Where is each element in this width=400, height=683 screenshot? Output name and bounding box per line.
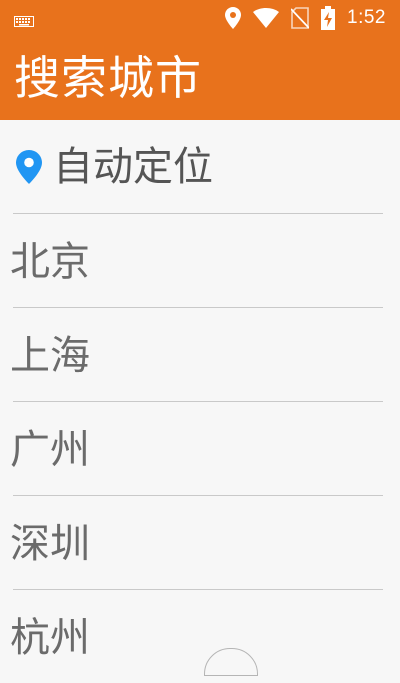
city-item-beijing[interactable]: 北京 <box>0 214 400 307</box>
city-name: 广州 <box>10 427 90 473</box>
city-item-shenzhen[interactable]: 深圳 <box>0 496 400 589</box>
status-bar: 1:52 <box>0 0 400 36</box>
auto-locate-item[interactable]: 自动定位 <box>0 120 400 213</box>
page-title: 搜索城市 <box>14 51 202 105</box>
status-time: 1:52 <box>347 7 386 28</box>
keyboard-icon <box>14 12 34 31</box>
no-sim-icon <box>291 7 310 29</box>
city-list: 自动定位 北京 上海 广州 深圳 杭州 <box>0 120 400 683</box>
city-name: 上海 <box>10 333 90 379</box>
location-pin-icon <box>16 150 42 188</box>
city-item-hangzhou[interactable]: 杭州 <box>0 590 400 683</box>
status-icons: 1:52 <box>225 6 386 30</box>
city-name: 深圳 <box>10 521 90 567</box>
city-name: 北京 <box>10 239 90 285</box>
auto-locate-label: 自动定位 <box>53 144 213 190</box>
battery-charging-icon <box>321 6 336 30</box>
city-item-guangzhou[interactable]: 广州 <box>0 402 400 495</box>
app-bar: 搜索城市 <box>0 36 400 120</box>
location-pin-icon <box>225 7 242 29</box>
wifi-icon <box>253 8 280 28</box>
city-item-shanghai[interactable]: 上海 <box>0 308 400 401</box>
